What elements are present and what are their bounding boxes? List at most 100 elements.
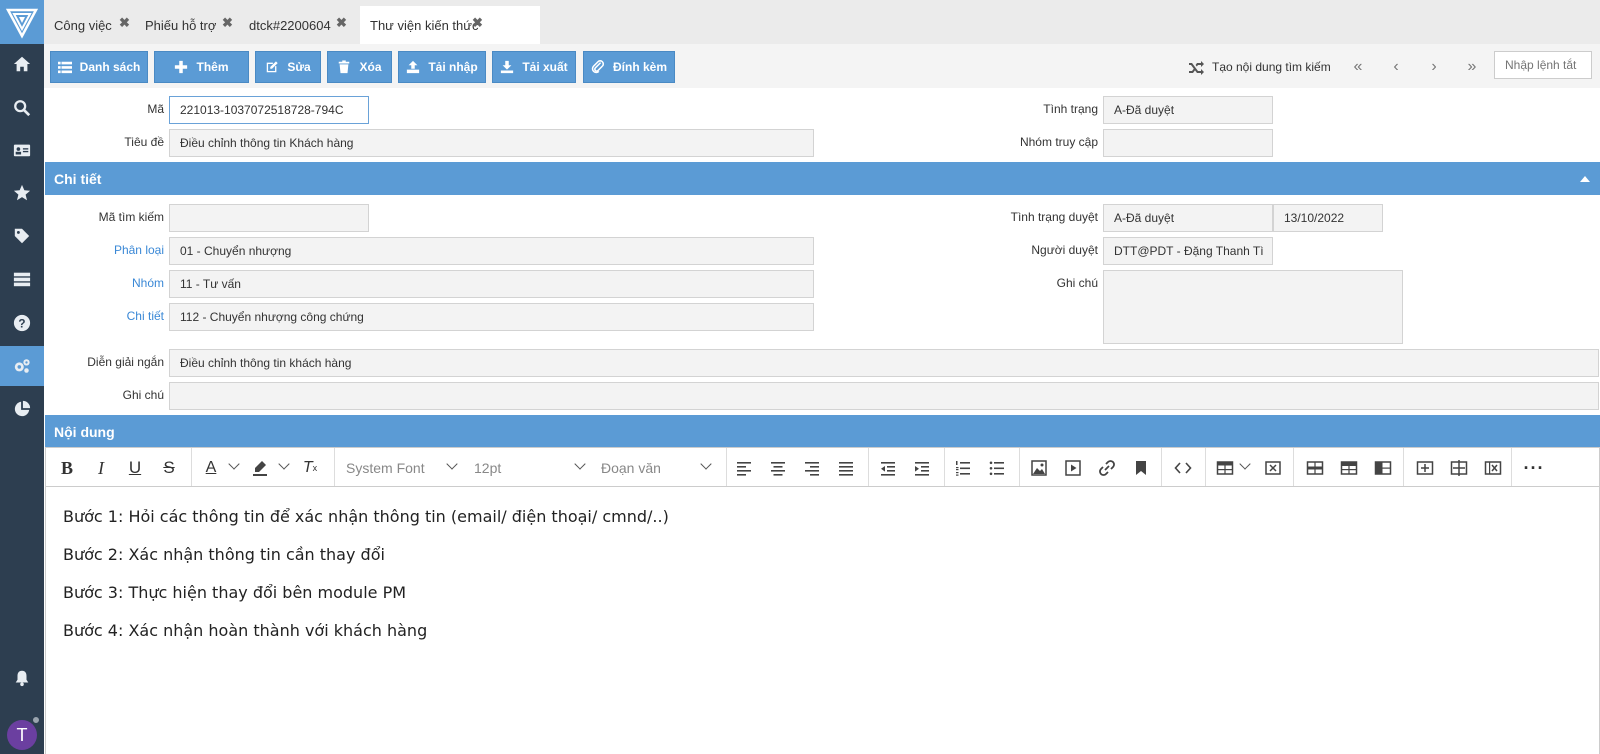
table-delete-row-icon[interactable] [1371,456,1395,480]
video-icon[interactable] [1061,456,1085,480]
delete-button[interactable]: Xóa [327,51,392,83]
editor-content[interactable]: Bước 1: Hỏi các thông tin để xác nhận th… [45,487,1600,754]
prev-page-icon[interactable]: ‹ [1384,55,1408,79]
close-icon[interactable]: ✖ [222,16,233,29]
chevron-down-icon[interactable] [1239,458,1251,470]
block-format-select[interactable]: Đoạn văn [601,456,711,480]
collapse-icon[interactable] [1580,176,1590,182]
underline-icon[interactable]: U [123,456,147,480]
download-icon [501,60,514,74]
table-icon[interactable] [1213,456,1237,480]
strikethrough-icon[interactable]: S [157,456,181,480]
font-family-select[interactable]: System Font [346,456,456,480]
next-page-icon[interactable]: › [1422,55,1446,79]
search-icon[interactable] [0,88,44,128]
create-search-content-button[interactable]: Tạo nội dung tìm kiếm [1188,58,1331,76]
ghi-chu-2-field[interactable] [169,382,1599,410]
editor-toolbar: B I U S A Tx System Font 12pt Đoạn văn ·… [45,447,1600,487]
add-button-label: Thêm [196,60,229,74]
chi-tiet-label[interactable]: Chi tiết [60,309,164,323]
dien-giai-ngan-label: Diễn giải ngắn [87,355,164,369]
app-logo[interactable] [0,0,44,44]
ghi-chu-textarea[interactable] [1103,270,1403,344]
edit-button[interactable]: Sửa [255,51,321,83]
italic-icon[interactable]: I [89,456,113,480]
nhom-label[interactable]: Nhóm [60,276,164,290]
indent-icon[interactable] [910,456,934,480]
tab-dtck[interactable]: dtck#2200604 [249,6,331,44]
add-button[interactable]: Thêm [154,51,249,83]
phan-loai-field[interactable]: 01 - Chuyển nhượng [169,237,814,265]
align-left-icon[interactable] [732,456,756,480]
chi-tiet-field[interactable]: 112 - Chuyển nhượng công chứng [169,303,814,331]
svg-text:?: ? [18,318,25,331]
ma-field[interactable]: 221013-1037072518728-794C [169,96,369,124]
nhom-truy-cap-field[interactable] [1103,129,1273,157]
dien-giai-ngan-field[interactable]: Điều chỉnh thông tin khách hàng [169,349,1599,377]
help-icon[interactable]: ? [0,303,44,343]
bullet-list-icon[interactable] [985,456,1009,480]
bell-icon[interactable] [0,658,44,698]
nguoi-duyet-field[interactable]: DTT@PDT - Đặng Thanh Tì [1103,237,1273,265]
phan-loai-label[interactable]: Phân loại [60,243,164,257]
avatar[interactable]: T [7,720,37,750]
numbered-list-icon[interactable] [951,456,975,480]
pie-chart-icon[interactable] [0,389,44,429]
table-row-props-icon[interactable] [1303,456,1327,480]
close-icon[interactable]: ✖ [336,16,347,29]
align-justify-icon[interactable] [834,456,858,480]
last-page-icon[interactable]: » [1460,55,1484,79]
font-family-value: System Font [346,460,425,476]
align-center-icon[interactable] [766,456,790,480]
shortcut-command-input[interactable] [1494,51,1592,79]
tieu-de-field[interactable]: Điều chỉnh thông tin Khách hàng [169,129,814,157]
export-button[interactable]: Tải xuất [492,51,576,83]
outdent-icon[interactable] [876,456,900,480]
tab-thu-vien-kien-thuc[interactable]: Thư viện kiến thức [360,6,540,44]
tab-phieu-ho-tro[interactable]: Phiếu hỗ trợ [145,6,216,44]
server-icon[interactable] [0,259,44,299]
separator [334,448,335,486]
table-col-props-icon[interactable] [1413,456,1437,480]
text-color-icon[interactable]: A [199,456,223,480]
list-button[interactable]: Danh sách [50,51,148,83]
table-insert-row-icon[interactable] [1337,456,1361,480]
close-icon[interactable]: ✖ [119,16,130,29]
create-search-content-label: Tạo nội dung tìm kiếm [1212,60,1331,74]
tinh-trang-duyet-field[interactable]: A-Đã duyệt [1103,204,1273,232]
attach-button[interactable]: Đính kèm [583,51,675,83]
list-icon [57,61,72,74]
link-icon[interactable] [1095,456,1119,480]
import-button[interactable]: Tải nhập [398,51,486,83]
tag-icon[interactable] [0,216,44,256]
bold-icon[interactable]: B [55,456,79,480]
font-size-select[interactable]: 12pt [474,456,584,480]
star-icon[interactable] [0,173,44,213]
align-right-icon[interactable] [800,456,824,480]
separator [191,448,192,486]
home-icon[interactable] [0,44,44,84]
code-icon[interactable] [1171,456,1195,480]
table-insert-col-icon[interactable] [1447,456,1471,480]
settings-gears-icon[interactable] [0,346,44,386]
more-icon[interactable]: ··· [1522,456,1546,480]
first-page-icon[interactable]: « [1346,55,1370,79]
chevron-down-icon[interactable] [278,458,290,470]
ngay-duyet-field[interactable]: 13/10/2022 [1273,204,1383,232]
chevron-down-icon[interactable] [228,458,240,470]
tinh-trang-field[interactable]: A-Đã duyệt [1103,96,1273,124]
close-icon[interactable]: ✖ [472,16,483,29]
nhom-field[interactable]: 11 - Tư vấn [169,270,814,298]
ma-tim-kiem-field[interactable] [169,204,369,232]
table-delete-col-icon[interactable] [1481,456,1505,480]
ghi-chu-2-label: Ghi chú [122,388,164,402]
chi-tiet-section-header[interactable]: Chi tiết [45,162,1600,195]
image-icon[interactable] [1027,456,1051,480]
bookmark-icon[interactable] [1129,456,1153,480]
delete-table-icon[interactable] [1261,456,1285,480]
tab-cong-viec[interactable]: Công việc [54,6,112,44]
contact-card-icon[interactable] [0,130,44,170]
clear-format-icon[interactable]: Tx [298,456,322,480]
content-paragraph: Bước 2: Xác nhận thông tin cần thay đổi [63,545,385,564]
highlight-icon[interactable] [248,456,272,480]
